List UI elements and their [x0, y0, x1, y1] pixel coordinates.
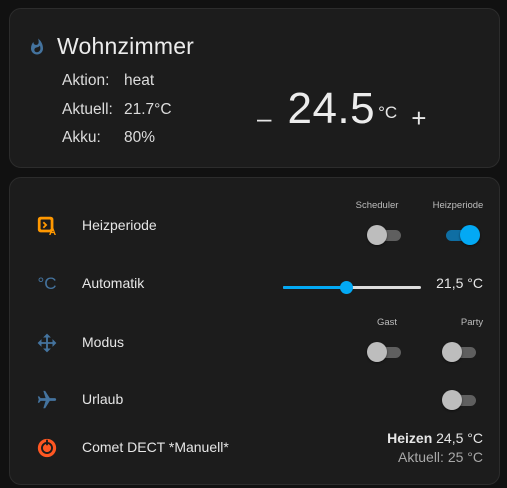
thermostat-card: Wohnzimmer Aktion: heat Aktuell: 21.7°C Ak… [9, 8, 500, 168]
thermometer-celsius-icon: °C [37, 274, 57, 293]
toggle-header-party: Party [460, 317, 484, 328]
increase-temperature-button[interactable]: + [411, 105, 426, 131]
party-toggle[interactable] [442, 342, 480, 362]
arrows-all-icon [36, 332, 58, 354]
svg-text:A: A [49, 227, 57, 236]
entities-card: A Heizperiode Scheduler Heizperiode °C A… [9, 177, 500, 485]
toggle-header-gast: Gast [376, 317, 398, 328]
comet-state-mode: Heizen [387, 430, 433, 446]
info-value: 80% [124, 129, 156, 146]
setpoint-control: – 24.5 °C + [257, 84, 426, 133]
row-label-heizperiode: Heizperiode [82, 217, 157, 233]
info-label: Akku: [62, 129, 101, 146]
toggle-header-scheduler: Scheduler [355, 200, 399, 211]
info-row-current: Aktuell: 21.7°C [62, 101, 172, 119]
row-label-comet: Comet DECT *Manuell* [82, 439, 229, 455]
info-label: Aktuell: [62, 101, 113, 118]
thermostat-header: Wohnzimmer [28, 33, 194, 60]
comet-state-main: Heizen 24,5 °C [387, 430, 483, 446]
urlaub-toggle[interactable] [442, 390, 480, 410]
automatik-temperature-slider[interactable] [283, 280, 421, 296]
toggle-header-heizperiode: Heizperiode [432, 200, 484, 211]
gast-toggle[interactable] [367, 342, 405, 362]
airplane-icon [36, 389, 58, 411]
slider-thumb[interactable] [340, 281, 354, 294]
info-value: heat [124, 72, 155, 89]
comet-state-target: 24,5 °C [436, 430, 483, 446]
row-label-urlaub: Urlaub [82, 391, 124, 407]
scheduler-toggle[interactable] [367, 225, 405, 245]
row-label-automatik: Automatik [82, 275, 145, 291]
slider-value: 21,5 °C [436, 275, 483, 291]
info-row-battery: Akku: 80% [62, 129, 155, 147]
radiator-valve-icon [36, 437, 58, 459]
setpoint-value: 24.5 [287, 84, 376, 133]
calendar-auto-icon: A [36, 214, 58, 236]
comet-current-temp: Aktuell: 25 °C [398, 449, 483, 465]
setpoint-unit: °C [378, 103, 398, 122]
heizperiode-toggle[interactable] [442, 225, 480, 245]
slider-fill [283, 286, 347, 289]
thermostat-title: Wohnzimmer [57, 33, 195, 59]
comet-state: Heizen 24,5 °C Aktuell: 25 °C [387, 430, 483, 465]
decrease-temperature-button[interactable]: – [257, 105, 271, 131]
info-row-action: Aktion: heat [62, 72, 154, 90]
flame-icon [31, 38, 43, 54]
info-value: 21.7°C [124, 101, 172, 118]
row-label-modus: Modus [82, 334, 125, 350]
info-label: Aktion: [62, 72, 110, 89]
